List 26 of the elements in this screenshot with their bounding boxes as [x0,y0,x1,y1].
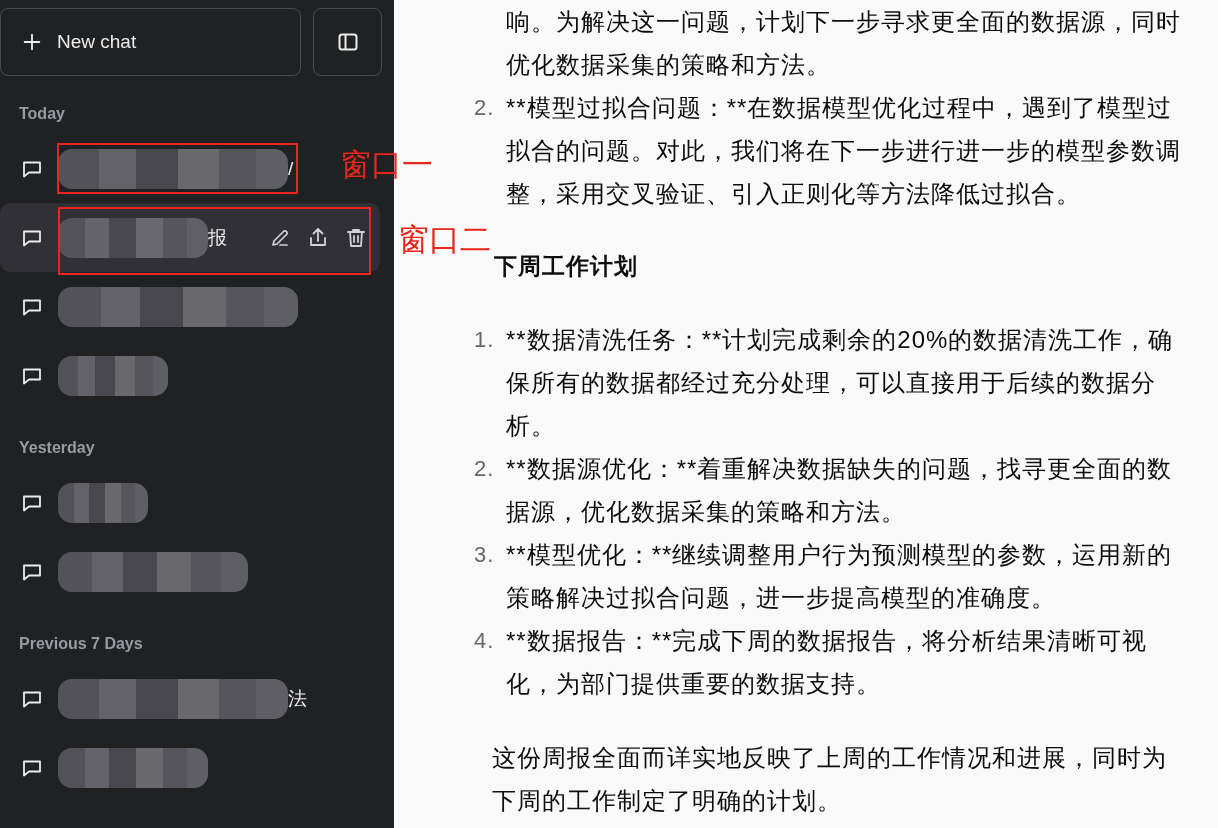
list-number: 4. [474,627,496,655]
chat-item[interactable]: 报 [0,203,380,272]
chat-title-fragment: 报 [208,225,227,250]
new-chat-button[interactable]: New chat [0,8,301,76]
list-item-text: **模型过拟合问题：**在数据模型优化过程中，遇到了模型过拟合的问题。对此，我们将在下一步进行进一步的模型参数调整，采用交叉验证、引入正则化等方法降低过拟合。 [506,93,1182,209]
section-heading: Today [18,104,66,124]
list-item-text: **模型优化：**继续调整用户行为预测模型的参数，运用新的策略解决过拟合问题，进一步提高模型的准确度。 [506,540,1174,613]
plus-icon [21,31,43,53]
chat-title-fragment: / [288,157,294,180]
chat-title-fragment: 法 [288,686,307,711]
sidebar-toggle-button[interactable] [313,8,382,76]
list-number: 2. [474,94,496,122]
list-item-text: 响。为解决这一问题，计划下一步寻求更全面的数据源，同时优化数据采集的策略和方法。 [506,7,1182,80]
summary-paragraph: 这份周报全面而详实地反映了上周的工作情况和进展，同时为下周的工作制定了明确的计划。 [492,743,1168,816]
section-heading: Yesterday [18,438,96,458]
list-item-text: **数据清洗任务：**计划完成剩余的20%的数据清洗工作，确保所有的数据都经过充分处理，可以直接用于后续的数据分析。 [506,325,1175,441]
list-number: 1. [474,326,496,354]
list-number: 2. [474,455,496,483]
chat-item[interactable]: / [0,134,306,203]
list-item-text: **数据报告：**完成下周的数据报告，将分析结果清晰可视化，为部门提供重要的数据支持。 [506,626,1149,699]
chat-item[interactable]: 法 [0,664,319,733]
list-item-text: **数据源优化：**着重解决数据缺失的问题，找寻更全面的数据源，优化数据采集的策略和方法。 [506,454,1174,527]
annotation-label: 窗口二 [398,221,491,259]
section-heading: 下周工作计划 [494,252,638,281]
section-heading: Previous 7 Days [18,634,144,654]
list-number: 3. [474,541,496,569]
